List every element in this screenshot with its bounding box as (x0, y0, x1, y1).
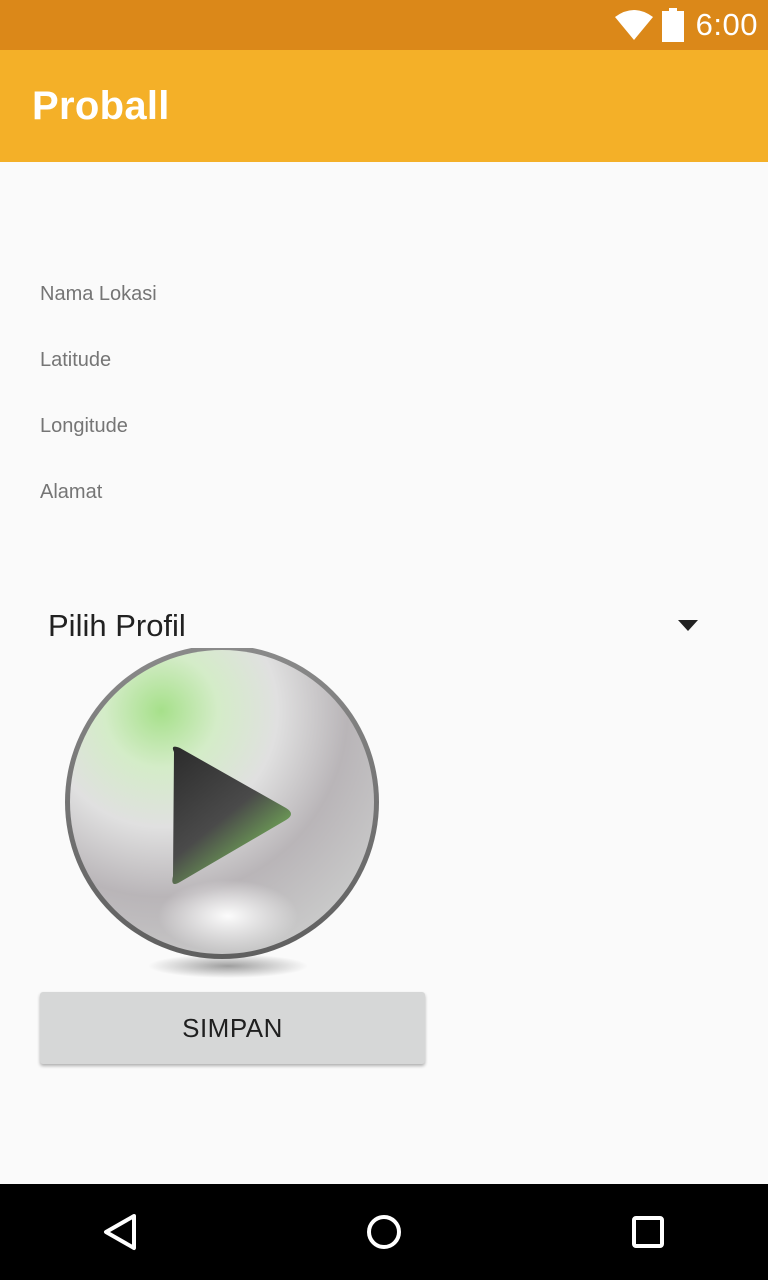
screen: 6:00 Proball Pilih Profil (0, 0, 768, 1280)
spinner-selected-value: Pilih Profil (48, 608, 186, 643)
longitude-input[interactable] (40, 406, 720, 446)
save-button[interactable]: SIMPAN (40, 992, 425, 1064)
alamat-input[interactable] (40, 472, 720, 512)
wifi-icon (614, 10, 653, 40)
dropdown-arrow-icon (678, 620, 698, 631)
latitude-input[interactable] (40, 340, 720, 380)
navigation-bar (0, 1184, 768, 1280)
status-bar: 6:00 (0, 0, 768, 50)
back-icon[interactable] (96, 1208, 144, 1256)
nama-lokasi-input[interactable] (40, 274, 720, 314)
app-title: Proball (32, 84, 170, 128)
recents-icon[interactable] (624, 1208, 672, 1256)
status-icons: 6:00 (614, 0, 758, 50)
play-icon[interactable] (56, 648, 386, 982)
battery-icon (661, 8, 684, 42)
profile-spinner[interactable]: Pilih Profil (40, 596, 720, 656)
status-time: 6:00 (695, 7, 758, 42)
home-icon[interactable] (360, 1208, 408, 1256)
app-bar: Proball (0, 50, 768, 162)
